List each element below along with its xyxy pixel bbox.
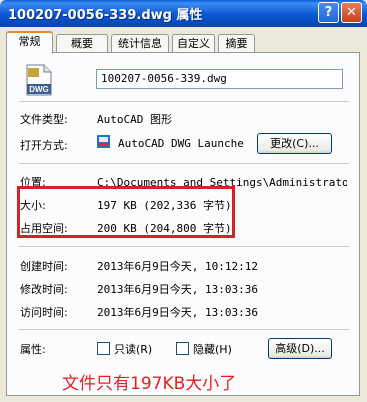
divider [19,163,349,164]
modified-value: 2013年6月9日今天, 13:03:36 [97,283,258,296]
divider [19,101,349,102]
divider [19,246,349,247]
help-icon: ? [324,5,333,20]
advanced-button[interactable]: 高级(D)... [268,338,332,359]
help-button[interactable]: ? [318,2,339,23]
readonly-checkbox[interactable] [97,342,110,355]
tab-label: 常规 [18,35,41,48]
dwg-file-icon: DWG [26,64,52,96]
hidden-checkbox[interactable] [176,342,189,355]
title-bar: 100207-0056-339.dwg 属性 ? ✕ [0,0,367,27]
open-with-value: AutoCAD DWG Launche [118,137,244,150]
modified-label: 修改时间: [20,283,68,296]
window-title: 100207-0056-339.dwg 属性 [8,8,203,23]
file-type-value: AutoCAD 图形 [97,113,172,126]
file-type-label: 文件类型: [20,113,68,126]
autocad-app-icon [97,135,110,148]
close-button[interactable]: ✕ [341,2,362,23]
tab-label: 摘要 [225,37,248,50]
readonly-label[interactable]: 只读(R) [114,341,152,357]
annotation-text: 文件只有197KB大小了 [62,374,237,394]
accessed-label: 访问时间: [20,306,68,319]
attributes-label: 属性: [20,343,46,356]
tab-general[interactable]: 常规 [6,31,53,54]
hidden-label[interactable]: 隐藏(H) [193,341,232,357]
svg-text:DWG: DWG [29,85,49,94]
accessed-value: 2013年6月9日今天, 13:03:36 [97,306,258,319]
open-with-label: 打开方式: [20,139,68,152]
tab-label: 概要 [71,37,93,50]
tab-label: 自定义 [177,37,210,50]
tab-label: 统计信息 [118,37,162,50]
tab-summary[interactable]: 概要 [56,34,108,52]
size-highlight-box [17,186,235,238]
created-value: 2013年6月9日今天, 10:12:12 [97,260,258,273]
file-name-input[interactable]: 100207-0056-339.dwg [96,69,343,89]
divider [19,329,349,330]
close-icon: ✕ [346,5,357,20]
tab-abstract[interactable]: 摘要 [218,34,255,52]
tab-statistics[interactable]: 统计信息 [111,34,169,52]
tab-custom[interactable]: 自定义 [172,34,215,52]
created-label: 创建时间: [20,260,68,273]
change-button[interactable]: 更改(C)... [257,133,332,154]
